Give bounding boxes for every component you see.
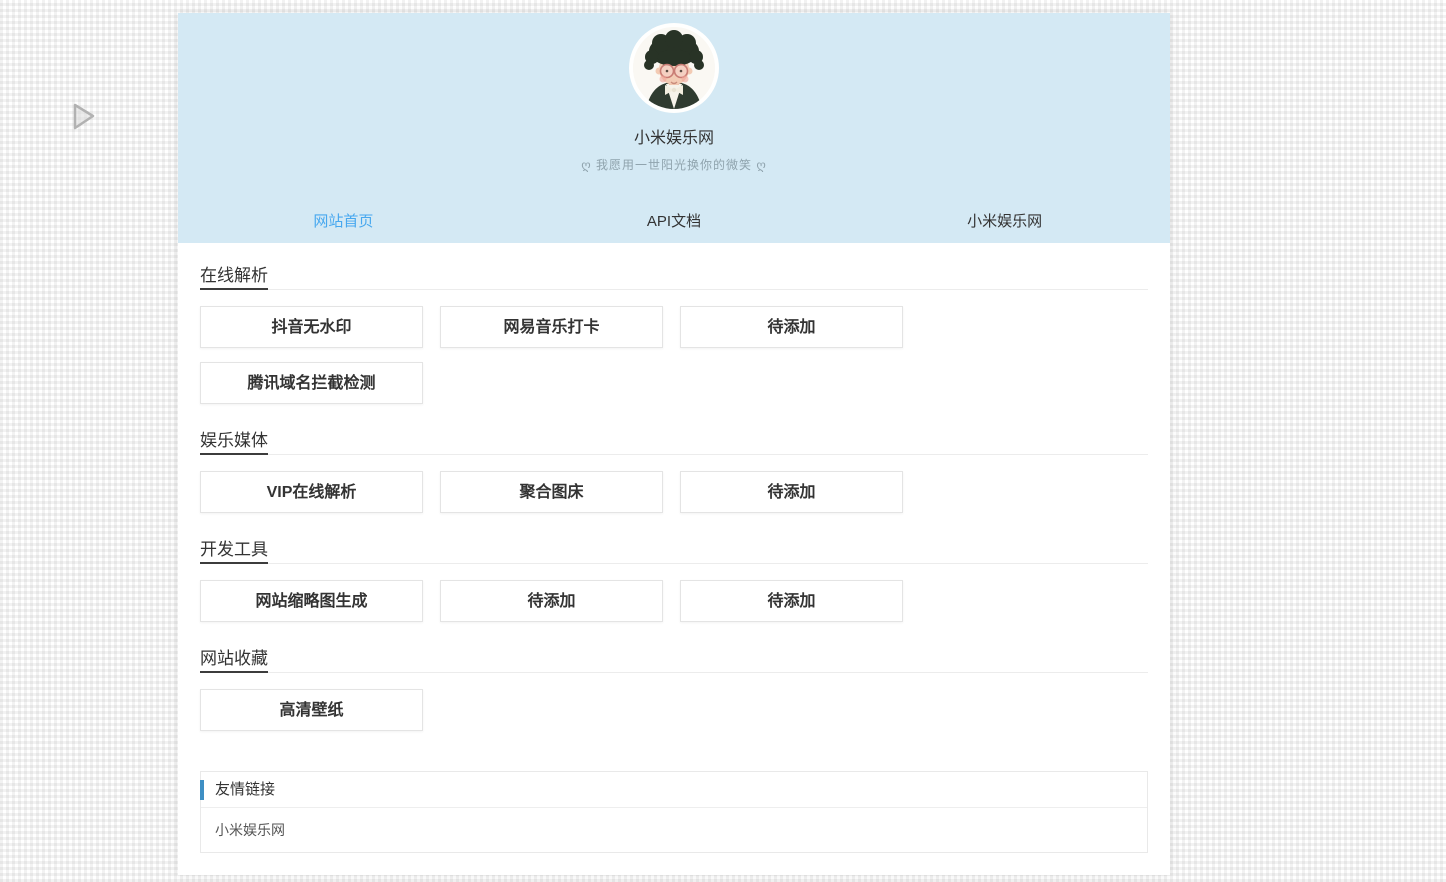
friend-link[interactable]: 小米娱乐网 — [201, 808, 1147, 852]
friend-links-body: 小米娱乐网 — [201, 808, 1147, 852]
accent-bar — [200, 780, 204, 800]
section-title: 网站收藏 — [200, 646, 268, 673]
friend-links-panel: 友情链接 小米娱乐网 — [200, 771, 1148, 853]
tool-section: 在线解析 抖音无水印 网易音乐打卡 待添加 腾讯域名拦截检测 — [200, 263, 1148, 404]
section-head: 网站收藏 — [200, 646, 1148, 673]
tool-button[interactable]: 网易音乐打卡 — [440, 306, 663, 348]
tool-button[interactable]: 待添加 — [440, 580, 663, 622]
friend-links-header: 友情链接 — [201, 772, 1147, 808]
main-nav: 网站首页 API文档 小米娱乐网 — [178, 212, 1170, 232]
tool-button[interactable]: 抖音无水印 — [200, 306, 423, 348]
tool-button[interactable]: 高清壁纸 — [200, 689, 423, 731]
section-head: 娱乐媒体 — [200, 428, 1148, 455]
section-title: 娱乐媒体 — [200, 428, 268, 455]
section-buttons: 网站缩略图生成 待添加 待添加 — [200, 580, 905, 622]
avatar — [629, 23, 719, 113]
section-title: 在线解析 — [200, 263, 268, 290]
tool-button[interactable]: 腾讯域名拦截检测 — [200, 362, 423, 404]
site-tagline: ღ 我愿用一世阳光换你的微笑 ღ — [178, 156, 1170, 173]
sections: 在线解析 抖音无水印 网易音乐打卡 待添加 腾讯域名拦截检测 娱乐媒体 VIP在… — [178, 243, 1170, 875]
tool-button[interactable]: 网站缩略图生成 — [200, 580, 423, 622]
site-header: 小米娱乐网 ღ 我愿用一世阳光换你的微笑 ღ 网站首页 API文档 小米娱乐网 — [178, 13, 1170, 243]
tool-button[interactable]: 聚合图床 — [440, 471, 663, 513]
section-buttons: VIP在线解析 聚合图床 待添加 — [200, 471, 905, 513]
tool-section: 网站收藏 高清壁纸 — [200, 646, 1148, 731]
nav-item-site[interactable]: 小米娱乐网 — [839, 212, 1170, 232]
section-head: 开发工具 — [200, 537, 1148, 564]
nav-item-api-docs[interactable]: API文档 — [509, 212, 840, 232]
tool-section: 娱乐媒体 VIP在线解析 聚合图床 待添加 — [200, 428, 1148, 513]
section-buttons: 高清壁纸 — [200, 689, 905, 731]
tool-button[interactable]: 待添加 — [680, 580, 903, 622]
tool-button[interactable]: 待添加 — [680, 471, 903, 513]
page-background: { "site": { "title": "小米娱乐网", "tagline":… — [0, 0, 1446, 882]
section-title: 开发工具 — [200, 537, 268, 564]
tool-button[interactable]: VIP在线解析 — [200, 471, 423, 513]
section-head: 在线解析 — [200, 263, 1148, 290]
nav-item-home[interactable]: 网站首页 — [178, 212, 509, 232]
avatar-illustration — [633, 27, 715, 109]
tool-button[interactable]: 待添加 — [680, 306, 903, 348]
friend-links-title: 友情链接 — [215, 781, 275, 798]
section-buttons: 抖音无水印 网易音乐打卡 待添加 腾讯域名拦截检测 — [200, 306, 905, 404]
tool-section: 开发工具 网站缩略图生成 待添加 待添加 — [200, 537, 1148, 622]
play-icon[interactable] — [68, 100, 98, 137]
page-title: 小米娱乐网 — [178, 124, 1170, 148]
content-card: 小米娱乐网 ღ 我愿用一世阳光换你的微笑 ღ 网站首页 API文档 小米娱乐网 … — [178, 13, 1170, 875]
